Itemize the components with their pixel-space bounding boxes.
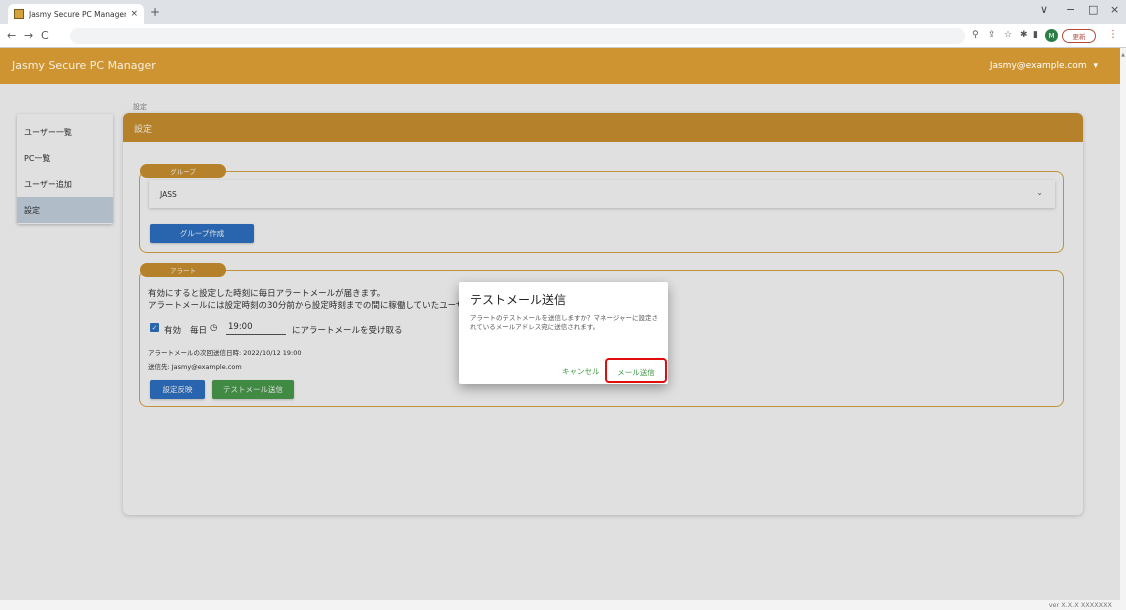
side-panel-icon[interactable]: ▮ bbox=[1033, 30, 1038, 40]
share-icon[interactable]: ⇪ bbox=[988, 30, 996, 40]
bookmark-star-icon[interactable]: ☆ bbox=[1004, 30, 1012, 40]
maximize-icon[interactable]: □ bbox=[1088, 3, 1098, 16]
close-window-icon[interactable]: × bbox=[1110, 3, 1119, 16]
zoom-icon[interactable]: ⚲ bbox=[972, 30, 979, 40]
app-title: Jasmy Secure PC Manager bbox=[12, 59, 156, 72]
test-mail-dialog: テストメール送信 アラートのテストメールを送信しますか？マネージャーに設定されて… bbox=[459, 282, 668, 384]
reload-icon[interactable]: C bbox=[41, 29, 49, 42]
tab-search-icon[interactable]: ∨ bbox=[1040, 3, 1048, 16]
url-field[interactable] bbox=[70, 28, 965, 44]
version-label: ver X.X.X XXXXXXX bbox=[1048, 601, 1112, 609]
browser-tab[interactable]: Jasmy Secure PC Manager × bbox=[8, 4, 144, 24]
user-email: Jasmy@example.com bbox=[989, 61, 1087, 71]
send-mail-button[interactable]: メール送信 bbox=[605, 360, 667, 384]
tab-close-icon[interactable]: × bbox=[130, 9, 138, 19]
tab-title: Jasmy Secure PC Manager bbox=[29, 9, 127, 19]
scroll-up-icon[interactable]: ▲ bbox=[1120, 52, 1126, 58]
chevron-down-icon: ▾ bbox=[1093, 61, 1098, 71]
browser-tab-bar: Jasmy Secure PC Manager × + ∨ − □ × bbox=[0, 0, 1126, 24]
browser-menu-icon[interactable]: ⋮ bbox=[1108, 29, 1118, 40]
extensions-icon[interactable]: ✱ bbox=[1020, 30, 1028, 40]
address-bar: ← → C ⚲ ⇪ ☆ ✱ ▮ M 更新 ⋮ bbox=[0, 24, 1126, 48]
footer: ver X.X.X XXXXXXX bbox=[0, 600, 1120, 610]
app-favicon-icon bbox=[14, 9, 24, 19]
minimize-icon[interactable]: − bbox=[1066, 3, 1075, 16]
new-tab-icon[interactable]: + bbox=[150, 5, 160, 19]
update-button[interactable]: 更新 bbox=[1062, 29, 1096, 43]
app-header: Jasmy Secure PC Manager Jasmy@example.co… bbox=[0, 48, 1120, 84]
user-menu[interactable]: Jasmy@example.com ▾ bbox=[990, 61, 1098, 71]
dialog-title: テストメール送信 bbox=[470, 293, 567, 307]
profile-avatar[interactable]: M bbox=[1045, 29, 1058, 42]
cancel-button[interactable]: キャンセル bbox=[562, 366, 600, 377]
forward-icon[interactable]: → bbox=[24, 29, 33, 42]
page-scrollbar[interactable] bbox=[1120, 48, 1126, 610]
dialog-body: アラートのテストメールを送信しますか？マネージャーに設定されているメールアドレス… bbox=[470, 314, 659, 331]
back-icon[interactable]: ← bbox=[7, 29, 16, 42]
